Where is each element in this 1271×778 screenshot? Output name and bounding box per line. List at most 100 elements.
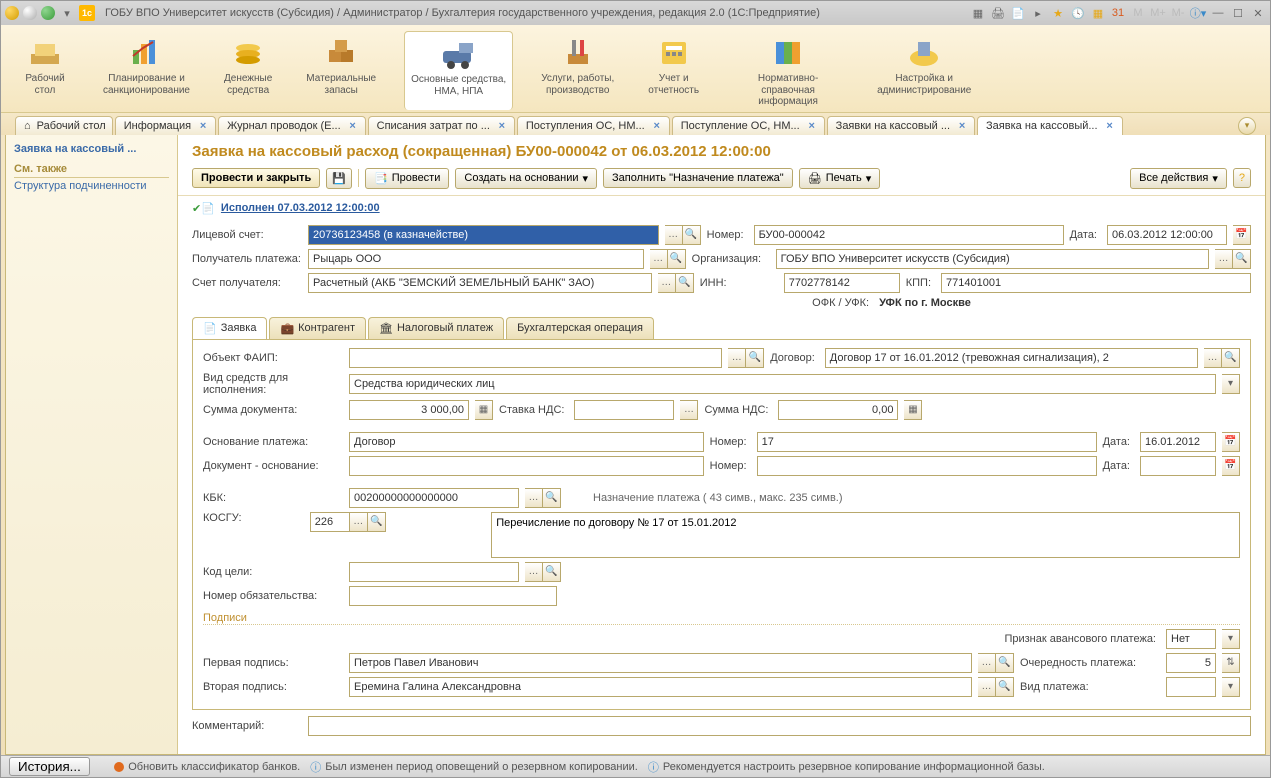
basis-num-input[interactable]: 17 bbox=[757, 432, 1097, 452]
status-msg-backup-recommend[interactable]: ⓘРекомендуется настроить резервное копир… bbox=[648, 759, 1045, 775]
sidebar-current[interactable]: Заявка на кассовый ... bbox=[14, 141, 169, 157]
funds-input[interactable]: Средства юридических лиц bbox=[349, 374, 1216, 394]
select-icon[interactable]: … bbox=[978, 677, 996, 697]
advance-input[interactable]: Нет bbox=[1166, 629, 1216, 649]
search-icon[interactable]: 🔍 bbox=[1222, 348, 1240, 368]
calc-icon[interactable]: ▦ bbox=[904, 400, 922, 420]
calendar-icon[interactable]: 31 bbox=[1110, 5, 1126, 21]
sidebar-structure-link[interactable]: Структура подчиненности bbox=[14, 178, 169, 194]
doc-basis-num-input[interactable] bbox=[757, 456, 1097, 476]
tab-desktop[interactable]: ⌂Рабочий стол bbox=[15, 116, 113, 135]
tab-journal[interactable]: Журнал проводок (Е...× bbox=[218, 116, 366, 135]
search-icon[interactable]: 🔍 bbox=[746, 348, 764, 368]
post-button[interactable]: 📑Провести bbox=[365, 168, 449, 189]
select-icon[interactable]: … bbox=[525, 488, 543, 508]
tab-close-icon[interactable]: × bbox=[806, 120, 818, 132]
search-icon[interactable]: 🔍 bbox=[668, 249, 686, 269]
org-input[interactable]: ГОБУ ВПО Университет искусств (Субсидия) bbox=[776, 249, 1209, 269]
select-icon[interactable]: … bbox=[350, 512, 368, 532]
ribbon-planning[interactable]: Планирование исанкционирование bbox=[97, 31, 196, 110]
priority-input[interactable]: 5 bbox=[1166, 653, 1216, 673]
help-icon[interactable]: ⓘ▾ bbox=[1190, 5, 1206, 21]
subtab-tax[interactable]: 🏛Налоговый платеж bbox=[368, 317, 504, 339]
search-icon[interactable]: 🔍 bbox=[683, 225, 701, 245]
maximize-icon[interactable]: ☐ bbox=[1230, 5, 1246, 21]
executed-link[interactable]: Исполнен 07.03.2012 12:00:00 bbox=[221, 202, 380, 214]
tab-requests[interactable]: Заявки на кассовый ...× bbox=[827, 116, 975, 135]
calc-icon[interactable]: ▦ bbox=[1090, 5, 1106, 21]
ribbon-materials[interactable]: Материальныезапасы bbox=[300, 31, 382, 110]
doc-basis-date-input[interactable] bbox=[1140, 456, 1216, 476]
search-icon[interactable]: 🔍 bbox=[368, 512, 386, 532]
sign1-input[interactable]: Петров Павел Иванович bbox=[349, 653, 972, 673]
faip-input[interactable] bbox=[349, 348, 722, 368]
subtab-contragent[interactable]: 💼Контрагент bbox=[269, 317, 366, 339]
ribbon-fixed-assets[interactable]: Основные средства,НМА, НПА bbox=[404, 31, 513, 110]
kosgu-input[interactable]: 226 bbox=[310, 512, 350, 532]
date-input[interactable]: 06.03.2012 12:00:00 bbox=[1107, 225, 1227, 245]
arrow-icon[interactable]: ▸ bbox=[1030, 5, 1046, 21]
obligation-input[interactable] bbox=[349, 586, 557, 606]
m-minus-icon[interactable]: M- bbox=[1170, 5, 1186, 21]
paytype-input[interactable] bbox=[1166, 677, 1216, 697]
search-icon[interactable]: 🔍 bbox=[676, 273, 694, 293]
select-icon[interactable]: … bbox=[525, 562, 543, 582]
print-icon[interactable]: 🖨 bbox=[990, 5, 1006, 21]
sys-circle-3[interactable] bbox=[41, 6, 55, 20]
ribbon-desktop[interactable]: Рабочийстол bbox=[15, 31, 75, 110]
account-input[interactable]: 20736123458 (в казначействе) bbox=[308, 225, 659, 245]
tab-writeoff[interactable]: Списания затрат по ...× bbox=[368, 116, 515, 135]
search-icon[interactable]: 🔍 bbox=[996, 677, 1014, 697]
search-icon[interactable]: 🔍 bbox=[1233, 249, 1251, 269]
tab-receipt[interactable]: Поступление ОС, НМ...× bbox=[672, 116, 825, 135]
sys-circle-2[interactable] bbox=[23, 6, 37, 20]
close-icon[interactable]: ✕ bbox=[1250, 5, 1266, 21]
select-icon[interactable]: … bbox=[650, 249, 668, 269]
ribbon-services[interactable]: Услуги, работы,производство bbox=[535, 31, 620, 110]
select-icon[interactable]: … bbox=[978, 653, 996, 673]
basis-date-input[interactable]: 16.01.2012 bbox=[1140, 432, 1216, 452]
kbk-input[interactable]: 00200000000000000 bbox=[349, 488, 519, 508]
tab-close-icon[interactable]: × bbox=[496, 120, 508, 132]
select-icon[interactable]: … bbox=[728, 348, 746, 368]
ribbon-accounting[interactable]: Учет иотчетность bbox=[642, 31, 705, 110]
search-icon[interactable]: 🔍 bbox=[543, 488, 561, 508]
calc-icon[interactable]: ▦ bbox=[475, 400, 493, 420]
sign2-input[interactable]: Еремина Галина Александровна bbox=[349, 677, 972, 697]
ribbon-reference[interactable]: Нормативно-справочнаяинформация bbox=[727, 31, 849, 110]
status-msg-backup-period[interactable]: ⓘБыл изменен период оповещений о резервн… bbox=[310, 759, 638, 775]
contract-input[interactable]: Договор 17 от 16.01.2012 (тревожная сигн… bbox=[825, 348, 1198, 368]
search-icon[interactable]: 🔍 bbox=[996, 653, 1014, 673]
recipient-input[interactable]: Рыцарь ООО bbox=[308, 249, 644, 269]
print-button[interactable]: 🖨Печать ▾ bbox=[799, 168, 881, 189]
save-button[interactable]: 💾 bbox=[326, 168, 352, 189]
m-plus-icon[interactable]: M+ bbox=[1150, 5, 1166, 21]
dropdown-icon[interactable]: ▾ bbox=[1222, 677, 1240, 697]
comment-input[interactable] bbox=[308, 716, 1251, 736]
payment-purpose-textarea[interactable]: Перечисление по договору № 17 от 15.01.2… bbox=[491, 512, 1240, 558]
tab-close-icon[interactable]: × bbox=[347, 120, 359, 132]
subtab-request[interactable]: 📄Заявка bbox=[192, 317, 267, 339]
doc-icon[interactable]: 📄 bbox=[1010, 5, 1026, 21]
all-actions-button[interactable]: Все действия ▾ bbox=[1130, 168, 1227, 189]
tab-close-icon[interactable]: × bbox=[651, 120, 663, 132]
help-button[interactable]: ? bbox=[1233, 168, 1251, 188]
calendar-icon[interactable]: 📅 bbox=[1233, 225, 1251, 245]
dropdown-icon[interactable]: ▾ bbox=[1222, 629, 1240, 649]
number-input[interactable]: БУ00-000042 bbox=[754, 225, 1064, 245]
tab-receipts[interactable]: Поступления ОС, НМ...× bbox=[517, 116, 670, 135]
select-icon[interactable]: … bbox=[1204, 348, 1222, 368]
ribbon-settings[interactable]: Настройка иадминистрирование bbox=[871, 31, 977, 110]
tool-icon[interactable]: ▦ bbox=[970, 5, 986, 21]
dropdown-icon[interactable]: ▾ bbox=[1222, 374, 1240, 394]
history-icon[interactable]: 🕓 bbox=[1070, 5, 1086, 21]
minimize-icon[interactable]: — bbox=[1210, 5, 1226, 21]
kpp-input[interactable]: 771401001 bbox=[941, 273, 1251, 293]
select-icon[interactable]: … bbox=[1215, 249, 1233, 269]
sum-input[interactable]: 3 000,00 bbox=[349, 400, 469, 420]
m-icon[interactable]: M bbox=[1130, 5, 1146, 21]
search-icon[interactable]: 🔍 bbox=[543, 562, 561, 582]
star-icon[interactable]: ★ bbox=[1050, 5, 1066, 21]
inn-input[interactable]: 7702778142 bbox=[784, 273, 900, 293]
tab-info[interactable]: Информация× bbox=[115, 116, 216, 135]
